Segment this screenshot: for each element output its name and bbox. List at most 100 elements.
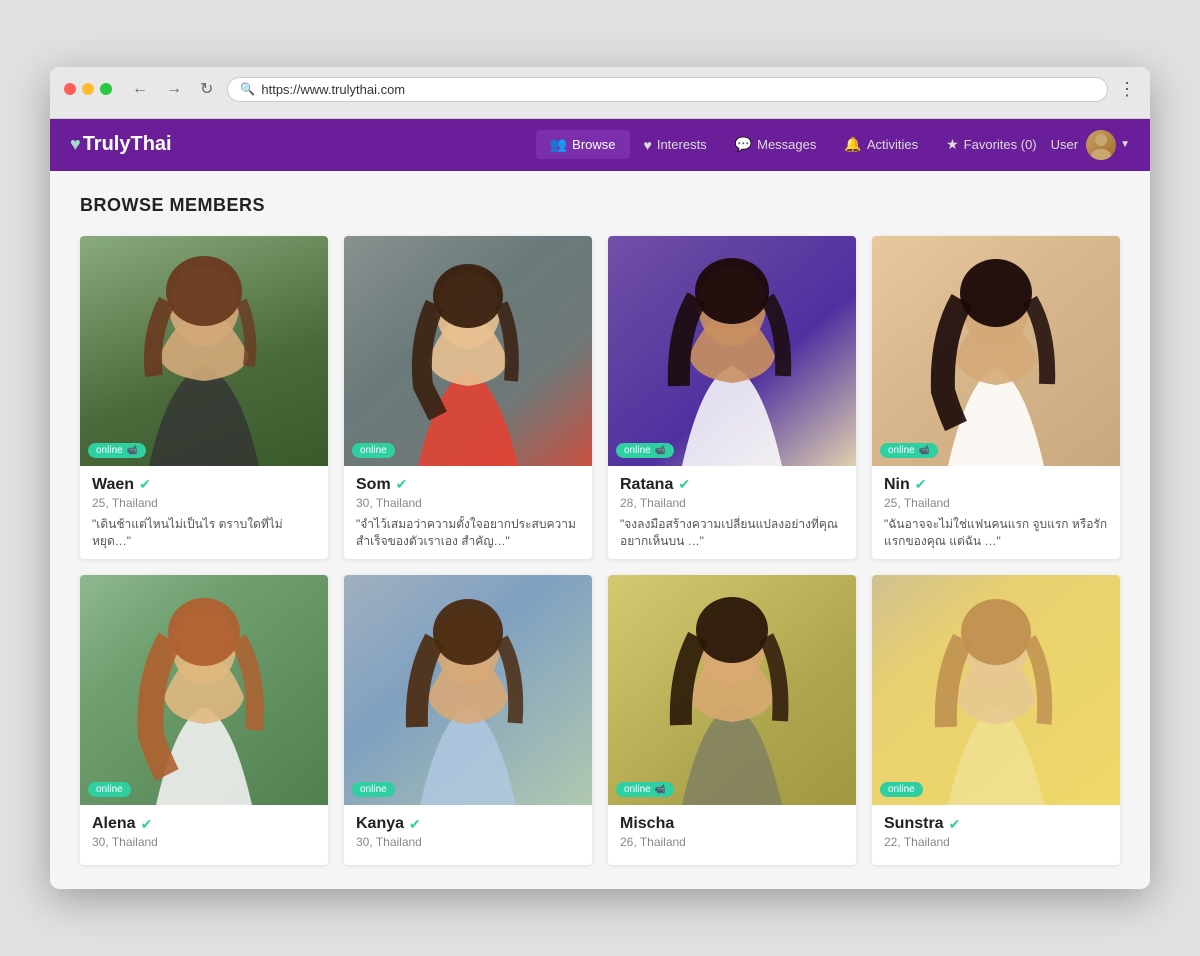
online-text-som: online — [360, 445, 387, 456]
browser-menu-button[interactable]: ⋮ — [1118, 79, 1136, 100]
member-quote-nin: "ฉันอาจจะไม่ใช่แฟนคนแรก จูบแรก หรือรักแร… — [884, 516, 1108, 550]
video-icon-ratana: 📹 — [655, 445, 666, 456]
member-name-nin: Nin — [884, 476, 910, 494]
video-icon-nin: 📹 — [919, 445, 930, 456]
member-photo-waen: online 📹 — [80, 236, 328, 466]
member-quote-som: "จำไว้เสมอว่าความตั้งใจอยากประสบความสำเร… — [356, 516, 580, 550]
members-grid: online 📹 Waen ✔ 25, Thailand "เดินช้าแต่… — [80, 236, 1120, 866]
online-badge-som: online — [352, 443, 395, 458]
messages-icon: 💬 — [735, 136, 752, 153]
online-badge-nin: online 📹 — [880, 443, 938, 458]
verified-icon-sunstra: ✔ — [949, 816, 961, 833]
online-text-kanya: online — [360, 784, 387, 795]
main-content: BROWSE MEMBERS online — [50, 171, 1150, 890]
member-location-waen: 25, Thailand — [92, 496, 316, 510]
member-photo-ratana: online 📹 — [608, 236, 856, 466]
member-photo-som: online — [344, 236, 592, 466]
nav-activities[interactable]: 🔔 Activities — [830, 130, 932, 159]
member-quote-ratana: "จงลงมือสร้างความเปลี่ยนแปลงอย่างที่คุณอ… — [620, 516, 844, 550]
member-name-row-waen: Waen ✔ — [92, 476, 316, 494]
online-text-sunstra: online — [888, 784, 915, 795]
address-bar[interactable]: 🔍 https://www.trulythai.com — [227, 77, 1108, 102]
member-card-som[interactable]: online Som ✔ 30, Thailand "จำไว้เสมอว่าค… — [344, 236, 592, 560]
browser-window: ← → ↻ 🔍 https://www.trulythai.com ⋮ ♥ Tr… — [50, 67, 1150, 890]
member-card-mischa[interactable]: online 📹 Mischa 26, Thailand — [608, 575, 856, 865]
logo-text: TrulyThai — [83, 133, 172, 156]
close-button[interactable] — [64, 83, 76, 95]
online-text-alena: online — [96, 784, 123, 795]
page-title: BROWSE MEMBERS — [80, 195, 1120, 216]
browser-titlebar: ← → ↻ 🔍 https://www.trulythai.com ⋮ — [64, 77, 1136, 102]
site-logo[interactable]: ♥ TrulyThai — [70, 133, 172, 156]
browser-nav: ← → ↻ 🔍 https://www.trulythai.com ⋮ — [128, 77, 1136, 102]
member-card-sunstra[interactable]: online Sunstra ✔ 22, Thailand — [872, 575, 1120, 865]
maximize-button[interactable] — [100, 83, 112, 95]
member-name-sunstra: Sunstra — [884, 815, 944, 833]
nav-user-label: User — [1051, 137, 1078, 152]
online-text-mischa: online — [624, 784, 651, 795]
verified-icon-ratana: ✔ — [678, 476, 690, 493]
back-button[interactable]: ← — [128, 78, 152, 100]
site-nav: 👥 Browse ♥ Interests 💬 Messages 🔔 Activi… — [536, 130, 1130, 160]
member-quote-waen: "เดินช้าแต่ไหนไม่เป็นไร ตราบใดที่ไม่หยุด… — [92, 516, 316, 550]
member-location-kanya: 30, Thailand — [356, 835, 580, 849]
member-name-row-mischa: Mischa — [620, 815, 844, 833]
member-photo-nin: online 📹 — [872, 236, 1120, 466]
site-header: ♥ TrulyThai 👥 Browse ♥ Interests 💬 Messa… — [50, 119, 1150, 171]
member-name-row-sunstra: Sunstra ✔ — [884, 815, 1108, 833]
video-icon-mischa: 📹 — [655, 784, 666, 795]
member-info-kanya: Kanya ✔ 30, Thailand — [344, 805, 592, 865]
search-icon: 🔍 — [240, 82, 255, 96]
member-card-waen[interactable]: online 📹 Waen ✔ 25, Thailand "เดินช้าแต่… — [80, 236, 328, 560]
nav-interests-label: Interests — [657, 137, 707, 152]
activities-icon: 🔔 — [844, 136, 861, 153]
nav-browse[interactable]: 👥 Browse — [536, 130, 630, 159]
member-card-alena[interactable]: online Alena ✔ 30, Thailand — [80, 575, 328, 865]
member-name-waen: Waen — [92, 476, 134, 494]
nav-favorites-label: Favorites (0) — [964, 137, 1037, 152]
online-text-ratana: online — [624, 445, 651, 456]
traffic-lights — [64, 83, 112, 95]
nav-browse-label: Browse — [572, 137, 615, 152]
logo-icon: ♥ — [70, 134, 81, 155]
member-info-nin: Nin ✔ 25, Thailand "ฉันอาจจะไม่ใช่แฟนคนแ… — [872, 466, 1120, 560]
refresh-button[interactable]: ↻ — [196, 77, 217, 101]
verified-icon-som: ✔ — [396, 476, 408, 493]
user-avatar — [1086, 130, 1116, 160]
member-name-mischa: Mischa — [620, 815, 674, 833]
member-name-alena: Alena — [92, 815, 136, 833]
member-location-nin: 25, Thailand — [884, 496, 1108, 510]
member-location-som: 30, Thailand — [356, 496, 580, 510]
verified-icon-waen: ✔ — [139, 476, 151, 493]
member-location-ratana: 28, Thailand — [620, 496, 844, 510]
nav-interests[interactable]: ♥ Interests — [630, 131, 721, 159]
online-badge-sunstra: online — [880, 782, 923, 797]
online-badge-kanya: online — [352, 782, 395, 797]
nav-favorites[interactable]: ★ Favorites (0) — [932, 130, 1051, 159]
member-name-row-som: Som ✔ — [356, 476, 580, 494]
member-info-ratana: Ratana ✔ 28, Thailand "จงลงมือสร้างความเ… — [608, 466, 856, 560]
browse-icon: 👥 — [550, 136, 567, 153]
online-badge-ratana: online 📹 — [616, 443, 674, 458]
online-badge-mischa: online 📹 — [616, 782, 674, 797]
online-badge-alena: online — [88, 782, 131, 797]
chevron-down-icon: ▼ — [1120, 139, 1130, 150]
nav-activities-label: Activities — [867, 137, 918, 152]
member-photo-sunstra: online — [872, 575, 1120, 805]
interests-icon: ♥ — [644, 137, 652, 153]
member-photo-kanya: online — [344, 575, 592, 805]
member-card-nin[interactable]: online 📹 Nin ✔ 25, Thailand "ฉันอาจจะไม่… — [872, 236, 1120, 560]
minimize-button[interactable] — [82, 83, 94, 95]
member-name-row-nin: Nin ✔ — [884, 476, 1108, 494]
nav-user[interactable]: User ▼ — [1051, 130, 1130, 160]
member-name-kanya: Kanya — [356, 815, 404, 833]
member-name-row-alena: Alena ✔ — [92, 815, 316, 833]
member-info-alena: Alena ✔ 30, Thailand — [80, 805, 328, 865]
member-card-kanya[interactable]: online Kanya ✔ 30, Thailand — [344, 575, 592, 865]
verified-icon-alena: ✔ — [141, 816, 153, 833]
member-name-som: Som — [356, 476, 391, 494]
video-icon-waen: 📹 — [127, 445, 138, 456]
nav-messages[interactable]: 💬 Messages — [721, 130, 831, 159]
forward-button[interactable]: → — [162, 78, 186, 100]
member-card-ratana[interactable]: online 📹 Ratana ✔ 28, Thailand "จงลงมือส… — [608, 236, 856, 560]
